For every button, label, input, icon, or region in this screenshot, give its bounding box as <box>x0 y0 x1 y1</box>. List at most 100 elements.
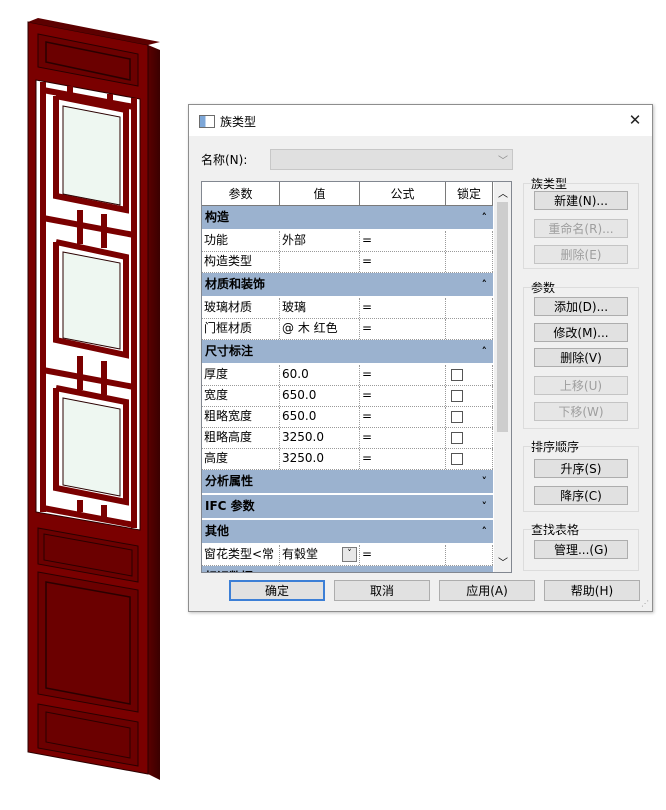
table-row: 粗略宽度 650.0 = <box>202 407 493 428</box>
collapse-icon[interactable]: ˄ <box>482 520 488 543</box>
param-formula-cell[interactable]: = <box>360 428 446 448</box>
apply-button[interactable]: 应用(A) <box>439 580 535 601</box>
sort-descending-button[interactable]: 降序(C) <box>534 486 628 505</box>
modify-parameter-button[interactable]: 修改(M)... <box>534 323 628 342</box>
header-parameter[interactable]: 参数 <box>202 182 280 206</box>
param-name-cell: 功能 <box>202 231 280 251</box>
delete-type-button[interactable]: 删除(E) <box>534 245 628 264</box>
lock-checkbox[interactable] <box>451 410 463 423</box>
delete-parameter-button[interactable]: 删除(V) <box>534 348 628 367</box>
group-header[interactable]: 材质和装饰 ˄ <box>202 273 493 298</box>
table-row: 功能 外部 = <box>202 231 493 252</box>
group-label: 标识数据 <box>205 570 253 572</box>
param-lock-cell <box>446 298 493 318</box>
lock-checkbox[interactable] <box>451 389 463 402</box>
table-row: 高度 3250.0 = <box>202 449 493 470</box>
collapse-icon[interactable]: ˄ <box>482 340 488 363</box>
table-row: 厚度 60.0 = <box>202 365 493 386</box>
param-formula-cell[interactable]: = <box>360 319 446 339</box>
param-formula-cell[interactable]: = <box>360 298 446 318</box>
group-header[interactable]: 其他 ˄ <box>202 520 493 545</box>
group-label: 分析属性 <box>205 474 254 488</box>
param-formula-cell[interactable]: = <box>360 386 446 406</box>
dialog-app-icon <box>199 115 215 128</box>
grid-scrollbar[interactable]: ︿ ﹀ <box>494 182 511 572</box>
help-button[interactable]: 帮助(H) <box>544 580 640 601</box>
glass-pane-3 <box>62 397 121 497</box>
header-lock[interactable]: 锁定 <box>446 182 493 206</box>
header-formula[interactable]: 公式 <box>360 182 446 206</box>
expand-icon[interactable]: ˅ <box>482 495 488 518</box>
scroll-up-icon[interactable]: ︿ <box>498 185 508 200</box>
param-lock-cell <box>446 319 493 339</box>
table-row: 粗略高度 3250.0 = <box>202 428 493 449</box>
param-value-text: 650.0 <box>282 388 317 402</box>
param-value-cell[interactable]: 玻璃 <box>280 298 360 318</box>
group-header[interactable]: 尺寸标注 ˄ <box>202 340 493 365</box>
param-name-cell: 构造类型 <box>202 252 280 272</box>
move-up-button[interactable]: 上移(U) <box>534 376 628 395</box>
param-value-cell[interactable]: 650.0 <box>280 386 360 406</box>
param-formula-cell[interactable]: = <box>360 252 446 272</box>
lock-checkbox[interactable] <box>451 431 463 444</box>
param-value-cell[interactable]: 60.0 <box>280 365 360 385</box>
param-value-cell[interactable]: 3250.0 <box>280 428 360 448</box>
param-value-combo[interactable]: 有毂堂 ˅ <box>280 545 360 565</box>
param-value-cell[interactable]: 3250.0 <box>280 449 360 469</box>
grid-header: 参数 值 公式 锁定 <box>202 182 493 206</box>
collapse-icon[interactable]: ˄ <box>482 566 488 572</box>
collapse-icon[interactable]: ˄ <box>482 206 488 229</box>
param-value-cell[interactable]: 650.0 <box>280 407 360 427</box>
add-parameter-button[interactable]: 添加(D)... <box>534 297 628 316</box>
bottom-panel <box>37 571 139 713</box>
param-name-cell: 门框材质 <box>202 319 280 339</box>
param-value-cell[interactable]: @ 木 红色 <box>280 319 360 339</box>
name-label: 名称(N): <box>201 153 248 167</box>
param-formula-cell[interactable]: = <box>360 231 446 251</box>
param-lock-cell <box>446 386 493 406</box>
param-value-text: 650.0 <box>282 409 317 423</box>
new-type-button[interactable]: 新建(N)... <box>534 191 628 210</box>
resize-grip-icon[interactable]: ⋰ <box>641 599 649 608</box>
param-formula-cell[interactable]: = <box>360 449 446 469</box>
param-lock-cell <box>446 252 493 272</box>
lock-checkbox[interactable] <box>451 452 463 465</box>
param-formula-cell[interactable]: = <box>360 545 446 565</box>
dialog-title: 族类型 <box>220 115 257 129</box>
chevron-down-icon[interactable]: ˅ <box>342 547 357 562</box>
param-value-text: 3250.0 <box>282 451 324 465</box>
header-value[interactable]: 值 <box>280 182 360 206</box>
name-select[interactable]: ﹀ <box>270 149 513 170</box>
param-value-cell[interactable] <box>280 252 360 272</box>
param-name-cell: 玻璃材质 <box>202 298 280 318</box>
param-value-cell[interactable]: 外部 <box>280 231 360 251</box>
group-header[interactable]: 标识数据 ˄ <box>202 566 493 572</box>
table-row: 宽度 650.0 = <box>202 386 493 407</box>
expand-icon[interactable]: ˅ <box>482 470 488 493</box>
move-down-button[interactable]: 下移(W) <box>534 402 628 421</box>
ok-button[interactable]: 确定 <box>229 580 325 601</box>
door-side-face <box>148 45 160 780</box>
glass-pane-2 <box>62 251 121 350</box>
scroll-thumb[interactable] <box>497 202 508 432</box>
lock-checkbox[interactable] <box>451 368 463 381</box>
group-header[interactable]: 分析属性 ˅ <box>202 470 493 495</box>
param-formula-cell[interactable]: = <box>360 365 446 385</box>
table-row: 玻璃材质 玻璃 = <box>202 298 493 319</box>
cancel-button[interactable]: 取消 <box>334 580 430 601</box>
group-header[interactable]: 构造 ˄ <box>202 206 493 231</box>
collapse-icon[interactable]: ˄ <box>482 273 488 296</box>
group-label: 材质和装饰 <box>205 277 266 291</box>
param-formula-cell[interactable]: = <box>360 407 446 427</box>
family-types-dialog: 族类型 ✕ 名称(N): ﹀ 参数 值 公式 锁定 构造 ˄ 功能 外部 = 构造类型 = 材… <box>188 104 653 612</box>
scroll-down-icon[interactable]: ﹀ <box>498 554 508 569</box>
close-button[interactable]: ✕ <box>624 109 646 131</box>
manage-lookup-button[interactable]: 管理...(G) <box>534 540 628 559</box>
param-lock-cell <box>446 428 493 448</box>
rename-type-button[interactable]: 重命名(R)... <box>534 219 628 238</box>
group-header[interactable]: IFC 参数 ˅ <box>202 495 493 520</box>
table-row: 门框材质 @ 木 红色 = <box>202 319 493 340</box>
param-lock-cell <box>446 365 493 385</box>
param-name-cell: 粗略高度 <box>202 428 280 448</box>
sort-ascending-button[interactable]: 升序(S) <box>534 459 628 478</box>
